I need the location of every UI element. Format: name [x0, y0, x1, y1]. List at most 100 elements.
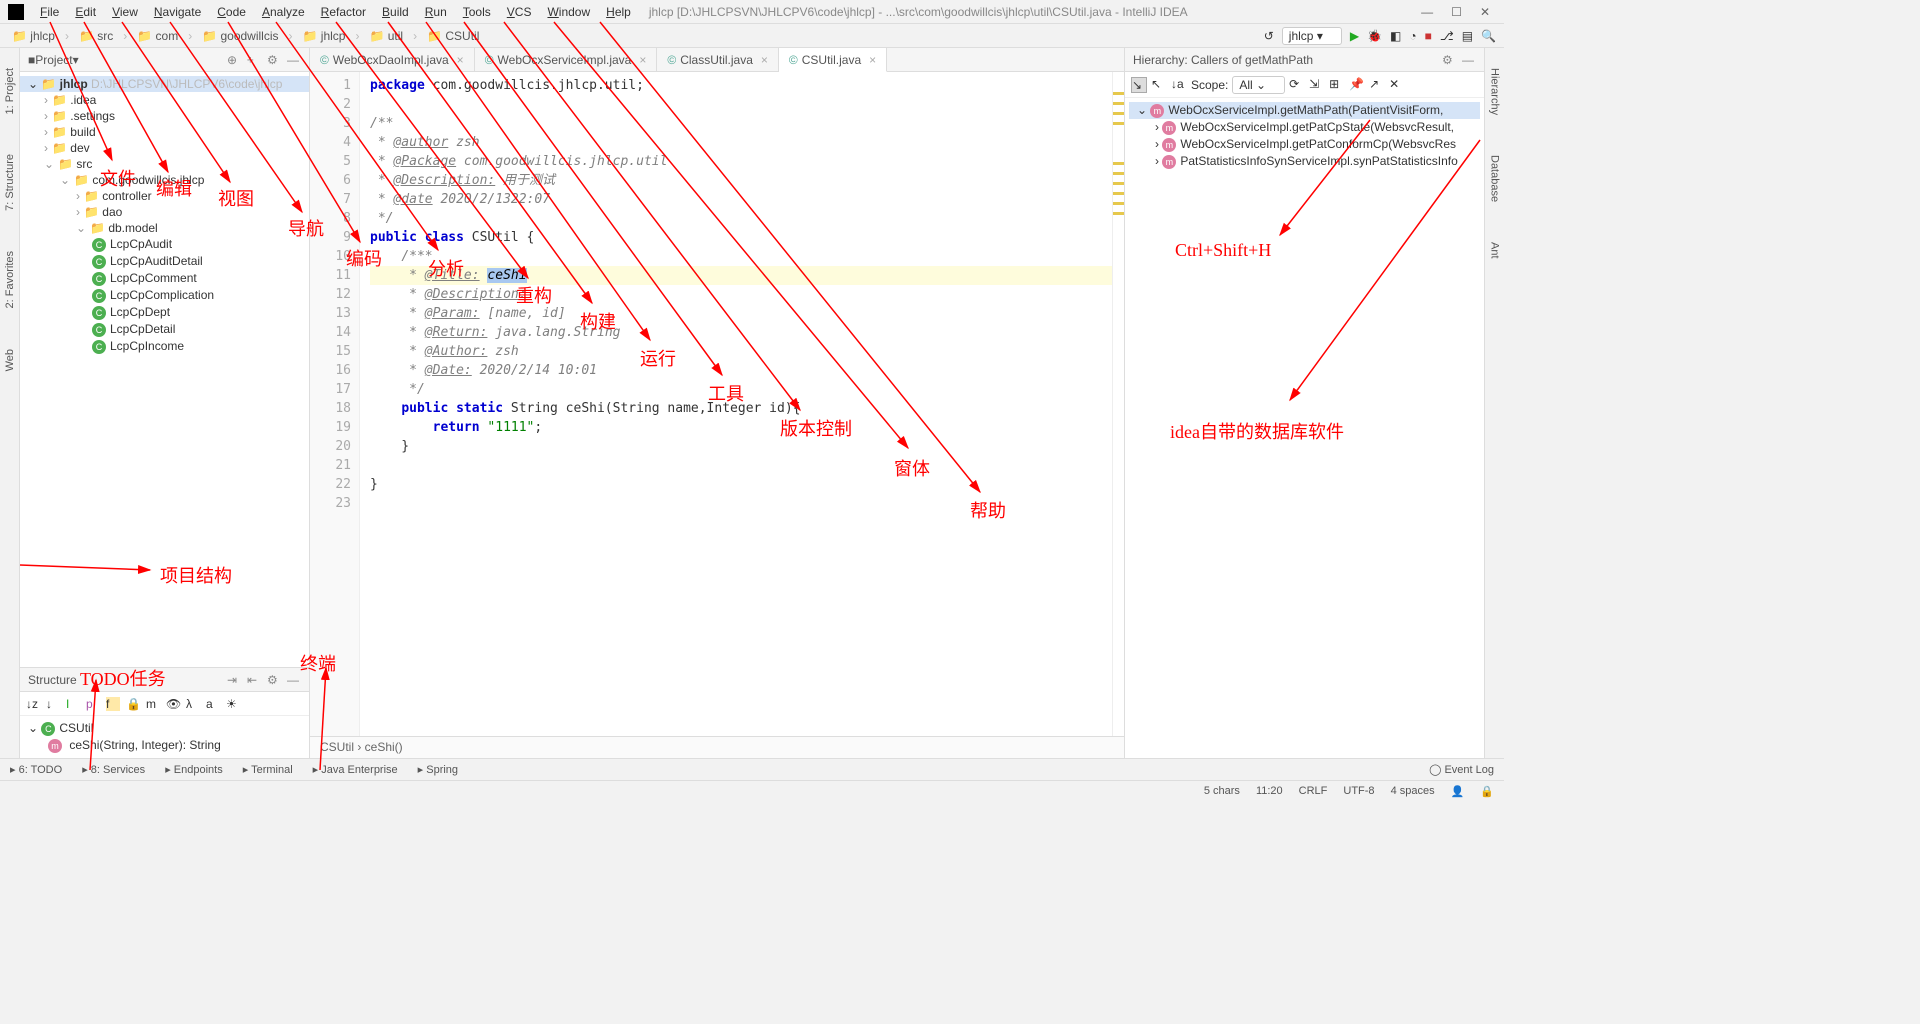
- vcs-icon[interactable]: ⎇: [1440, 29, 1454, 43]
- sort2-icon[interactable]: ↓: [46, 697, 60, 711]
- hide-icon[interactable]: —: [1462, 53, 1476, 67]
- maximize-icon[interactable]: ☐: [1451, 5, 1462, 19]
- crumb-item[interactable]: 📁 CSUtil: [423, 29, 483, 43]
- structure-icon[interactable]: ▤: [1462, 29, 1473, 43]
- bottom-tool-item[interactable]: ▸ 6: TODO: [10, 763, 62, 776]
- hierarchy-row[interactable]: ⌄ mWebOcxServiceImpl.getMathPath(Patient…: [1129, 102, 1480, 119]
- status-eol[interactable]: CRLF: [1299, 785, 1328, 797]
- tool-stripe-item[interactable]: Database: [1489, 155, 1501, 202]
- tree-node[interactable]: CLcpCpComplication: [20, 287, 309, 304]
- tree-node[interactable]: ›📁 build: [20, 124, 309, 140]
- hierarchy-tree[interactable]: ⌄ mWebOcxServiceImpl.getMathPath(Patient…: [1125, 98, 1484, 174]
- lock-icon[interactable]: 🔒: [126, 697, 140, 711]
- menu-file[interactable]: File: [32, 3, 67, 21]
- m-icon[interactable]: m: [146, 697, 160, 711]
- caller-icon[interactable]: ↘: [1131, 77, 1147, 93]
- bottom-tool-item[interactable]: ▸ Java Enterprise: [313, 763, 398, 776]
- hierarchy-row[interactable]: › mWebOcxServiceImpl.getPatConformCp(Web…: [1129, 136, 1480, 153]
- tool-stripe-item[interactable]: Web: [4, 349, 16, 371]
- lock-icon[interactable]: 🔒: [1480, 785, 1494, 798]
- l-icon[interactable]: λ: [186, 697, 200, 711]
- editor-tab[interactable]: ©ClassUtil.java×: [657, 48, 779, 71]
- left-tool-stripe[interactable]: 1: Project 7: Structure 2: Favorites Web: [0, 48, 20, 758]
- project-tree[interactable]: ⌄ 📁 jhlcp D:\JHLCPSVN\JHLCPV6\code\jhlcp…: [20, 72, 309, 667]
- autoscroll-icon[interactable]: ⇲: [1309, 77, 1325, 93]
- menu-help[interactable]: Help: [598, 3, 639, 21]
- code-editor[interactable]: package com.goodwillcis.jhlcp.util; /** …: [360, 72, 1112, 736]
- tool-stripe-item[interactable]: 7: Structure: [4, 154, 16, 211]
- bottom-tool-bar[interactable]: ▸ 6: TODO ▸ 8: Services ▸ Endpoints ▸ Termi…: [0, 758, 1504, 780]
- gear-icon[interactable]: ⚙: [267, 53, 281, 67]
- tree-node[interactable]: CLcpCpDetail: [20, 321, 309, 338]
- tree-node[interactable]: CLcpCpAuditDetail: [20, 253, 309, 270]
- crumb-item[interactable]: 📁 com: [133, 29, 182, 43]
- error-stripe[interactable]: [1112, 72, 1124, 736]
- tab-close-icon[interactable]: ×: [869, 53, 876, 67]
- stop-icon[interactable]: ■: [1425, 29, 1432, 43]
- tree-node[interactable]: ⌄📁 com.goodwillcis.jhlcp: [20, 172, 309, 188]
- star-icon[interactable]: ☀: [226, 697, 240, 711]
- status-indent[interactable]: 4 spaces: [1391, 785, 1435, 797]
- expand-icon[interactable]: ÷: [247, 53, 261, 67]
- tree-node[interactable]: ›📁 dao: [20, 204, 309, 220]
- expand-icon[interactable]: ⇤: [247, 673, 261, 687]
- inspect-icon[interactable]: 👤: [1451, 785, 1465, 798]
- breadcrumb[interactable]: 📁 jhlcp›📁 src›📁 com›📁 goodwillcis›📁 jhlc…: [8, 29, 483, 43]
- a-icon[interactable]: a: [206, 697, 220, 711]
- tab-close-icon[interactable]: ×: [639, 53, 646, 67]
- editor-tab[interactable]: ©WebOcxServiceImpl.java×: [475, 48, 658, 71]
- bottom-tool-item[interactable]: ▸ Terminal: [243, 763, 293, 776]
- tool-stripe-item[interactable]: 1: Project: [4, 68, 16, 114]
- f-icon[interactable]: f: [106, 697, 120, 711]
- hide-icon[interactable]: —: [287, 673, 301, 687]
- menu-run[interactable]: Run: [417, 3, 455, 21]
- tree-node[interactable]: ⌄📁 src: [20, 156, 309, 172]
- refresh-icon[interactable]: ⟳: [1289, 77, 1305, 93]
- menu-window[interactable]: Window: [539, 3, 598, 21]
- bottom-tool-item[interactable]: ▸ Spring: [418, 763, 458, 776]
- menu-build[interactable]: Build: [374, 3, 417, 21]
- menu-vcs[interactable]: VCS: [499, 3, 540, 21]
- run-icon[interactable]: ▶: [1350, 29, 1359, 43]
- tree-node[interactable]: ›📁 dev: [20, 140, 309, 156]
- crumb-item[interactable]: 📁 jhlcp: [299, 29, 350, 43]
- status-enc[interactable]: UTF-8: [1343, 785, 1374, 797]
- editor-breadcrumb[interactable]: CSUtil › ceShi(): [310, 736, 1124, 758]
- editor-tab[interactable]: ©CSUtil.java×: [779, 48, 887, 72]
- menu-view[interactable]: View: [104, 3, 146, 21]
- tree-node[interactable]: CLcpCpDept: [20, 304, 309, 321]
- eye-icon[interactable]: 👁: [166, 697, 180, 711]
- collapse-icon[interactable]: ⇥: [227, 673, 241, 687]
- tree-node[interactable]: ›📁 .settings: [20, 108, 309, 124]
- close-icon[interactable]: ✕: [1480, 5, 1490, 19]
- scope-dropdown[interactable]: All ⌄: [1232, 76, 1285, 94]
- profile-icon[interactable]: ◔: [1409, 29, 1416, 43]
- close-icon[interactable]: ✕: [1389, 77, 1405, 93]
- bottom-tool-item[interactable]: ▸ 8: Services: [82, 763, 145, 776]
- callee-icon[interactable]: ↖: [1151, 77, 1167, 93]
- target-icon[interactable]: ⊕: [227, 53, 241, 67]
- pin-icon[interactable]: 📌: [1349, 77, 1365, 93]
- gear-icon[interactable]: ⚙: [1442, 53, 1456, 67]
- minimize-icon[interactable]: —: [1421, 5, 1433, 19]
- structure-tree[interactable]: ⌄ CCSUtil m ceShi(String, Integer): Stri…: [20, 716, 309, 758]
- menu-navigate[interactable]: Navigate: [146, 3, 209, 21]
- tree-node[interactable]: ⌄📁 db.model: [20, 220, 309, 236]
- tab-close-icon[interactable]: ×: [761, 53, 768, 67]
- tool-stripe-item[interactable]: 2: Favorites: [4, 251, 16, 308]
- p-icon[interactable]: p: [86, 697, 100, 711]
- hide-icon[interactable]: —: [287, 53, 301, 67]
- tree-node[interactable]: CLcpCpAudit: [20, 236, 309, 253]
- tree-node[interactable]: ›📁 .idea: [20, 92, 309, 108]
- crumb-item[interactable]: 📁 util: [365, 29, 407, 43]
- crumb-item[interactable]: 📁 goodwillcis: [198, 29, 282, 43]
- undo-icon[interactable]: ↺: [1264, 29, 1274, 43]
- status-pos[interactable]: 11:20: [1256, 785, 1283, 797]
- editor-tabs[interactable]: ©WebOcxDaoImpl.java×©WebOcxServiceImpl.j…: [310, 48, 1124, 72]
- tree-node[interactable]: CLcpCpComment: [20, 270, 309, 287]
- menu-refactor[interactable]: Refactor: [313, 3, 374, 21]
- hierarchy-row[interactable]: › mWebOcxServiceImpl.getPatCpState(Websv…: [1129, 119, 1480, 136]
- hierarchy-row[interactable]: › mPatStatisticsInfoSynServiceImpl.synPa…: [1129, 153, 1480, 170]
- bottom-tool-item[interactable]: ▸ Endpoints: [165, 763, 223, 776]
- right-tool-stripe[interactable]: HierarchyDatabaseAnt: [1484, 48, 1504, 758]
